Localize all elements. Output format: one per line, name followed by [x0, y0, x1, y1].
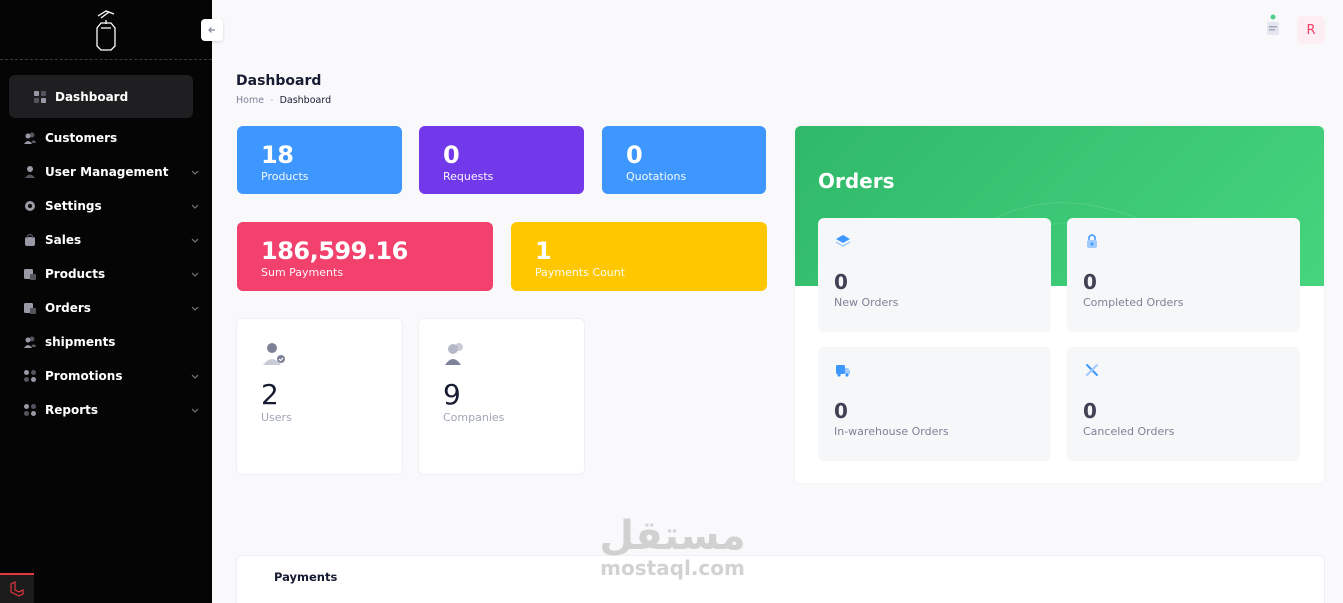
sidebar-item-shipments[interactable]: shipments [0, 325, 212, 359]
completed-orders-count: 0 [1083, 270, 1097, 294]
orders-panel: Orders 0 New Orders 0 Completed Orders 0… [795, 126, 1324, 483]
canceled-orders-tile[interactable]: 0 Canceled Orders [1067, 347, 1300, 461]
sidebar-item-label: Products [45, 267, 106, 281]
sidebar-item-user-management[interactable]: User Management [0, 155, 212, 189]
laravel-icon[interactable] [0, 573, 34, 603]
watermark-latin: mostaql.com [600, 556, 745, 580]
users-icon [445, 343, 463, 365]
sidebar-item-label: Dashboard [55, 89, 129, 104]
grid-icon [24, 370, 36, 382]
bag-icon [25, 233, 35, 246]
quotations-stat-card[interactable]: 0 Quotations [602, 126, 766, 194]
breadcrumb-separator: - [270, 95, 274, 106]
completed-orders-tile[interactable]: 0 Completed Orders [1067, 218, 1300, 332]
quotations-label: Quotations [626, 170, 687, 183]
requests-count: 0 [443, 141, 460, 169]
in-warehouse-orders-label: In-warehouse Orders [834, 425, 949, 438]
sidebar-nav: Dashboard Customers User Management Sett… [0, 60, 212, 427]
chevron-down-icon [191, 272, 199, 277]
payments-card: Payments [236, 555, 1325, 603]
watermark-arabic: مستقل [599, 513, 746, 559]
sidebar-item-label: shipments [45, 335, 116, 349]
payments-card-title: Payments [274, 570, 338, 584]
sidebar: Dashboard Customers User Management Sett… [0, 0, 212, 603]
mostaql-watermark: مستقل mostaql.com [590, 515, 755, 579]
breadcrumb-home[interactable]: Home [236, 95, 264, 106]
completed-orders-label: Completed Orders [1083, 296, 1184, 309]
sidebar-item-label: Orders [45, 301, 91, 315]
grid-icon [34, 90, 46, 103]
lock-icon [1087, 234, 1097, 248]
chevron-down-icon [191, 170, 199, 175]
user-icon [25, 166, 35, 178]
users-stat-card[interactable]: 2 Users [236, 318, 403, 475]
users-label: Users [261, 411, 292, 424]
in-warehouse-orders-tile[interactable]: 0 In-warehouse Orders [818, 347, 1051, 461]
sidebar-item-sales[interactable]: Sales [0, 223, 212, 257]
sidebar-item-customers[interactable]: Customers [0, 121, 212, 155]
sidebar-item-products[interactable]: Products [0, 257, 212, 291]
quotations-count: 0 [626, 141, 643, 169]
user-avatar[interactable]: R [1297, 16, 1325, 44]
companies-count: 9 [443, 378, 461, 411]
sidebar-item-label: User Management [45, 165, 169, 179]
sum-payments-label: Sum Payments [261, 266, 344, 279]
payments-count-stat-card[interactable]: 1 Payments Count [511, 222, 767, 291]
user-check-icon [263, 343, 285, 365]
products-count: 18 [261, 141, 294, 169]
canceled-orders-label: Canceled Orders [1083, 425, 1175, 438]
layers-icon [835, 235, 851, 247]
chevron-down-icon [191, 204, 199, 209]
laravel-logo-icon [10, 581, 24, 597]
bottle-logo-icon [96, 9, 116, 51]
sidebar-collapse-button[interactable] [201, 19, 223, 41]
payments-count-label: Payments Count [535, 266, 626, 279]
sidebar-item-orders[interactable]: Orders [0, 291, 212, 325]
chevron-down-icon [191, 374, 199, 379]
companies-label: Companies [443, 411, 505, 424]
chevron-down-icon [191, 238, 199, 243]
users-icon [24, 336, 36, 348]
new-orders-tile[interactable]: 0 New Orders [818, 218, 1051, 332]
canceled-orders-count: 0 [1083, 399, 1097, 423]
products-stat-card[interactable]: 18 Products [237, 126, 402, 194]
chevron-down-icon [191, 408, 199, 413]
sidebar-item-reports[interactable]: Reports [0, 393, 212, 427]
sidebar-item-label: Promotions [45, 369, 123, 383]
sidebar-item-label: Reports [45, 403, 99, 417]
document-bell-icon [1267, 14, 1279, 35]
grid-icon [24, 404, 36, 416]
chevron-down-icon [191, 306, 199, 311]
requests-label: Requests [443, 170, 494, 183]
products-label: Products [261, 170, 309, 183]
arrow-left-icon [208, 27, 215, 33]
users-count: 2 [261, 378, 279, 411]
breadcrumb: Home - Dashboard [236, 95, 331, 106]
sidebar-item-label: Customers [45, 131, 118, 145]
notifications-button[interactable] [1262, 14, 1284, 40]
sidebar-item-settings[interactable]: Settings [0, 189, 212, 223]
page-title: Dashboard [236, 73, 322, 89]
sidebar-item-label: Sales [45, 233, 82, 247]
payments-count-value: 1 [535, 237, 552, 265]
new-orders-label: New Orders [834, 296, 899, 309]
logo[interactable] [0, 0, 212, 60]
sidebar-item-dashboard[interactable]: Dashboard [9, 75, 193, 118]
orders-title: Orders [818, 169, 895, 193]
requests-stat-card[interactable]: 0 Requests [419, 126, 584, 194]
sum-payments-stat-card[interactable]: 186,599.16 Sum Payments [237, 222, 493, 291]
sidebar-item-promotions[interactable]: Promotions [0, 359, 212, 393]
companies-stat-card[interactable]: 9 Companies [418, 318, 585, 475]
sidebar-item-label: Settings [45, 199, 102, 213]
box-icon [24, 269, 36, 280]
new-orders-count: 0 [834, 270, 848, 294]
cross-tools-icon [1086, 364, 1098, 376]
users-icon [24, 132, 36, 144]
cart-icon [24, 303, 36, 314]
in-warehouse-orders-count: 0 [834, 399, 848, 423]
gear-icon [25, 201, 35, 211]
sum-payments-value: 186,599.16 [261, 237, 408, 265]
breadcrumb-current: Dashboard [279, 95, 332, 106]
truck-icon [836, 365, 850, 377]
